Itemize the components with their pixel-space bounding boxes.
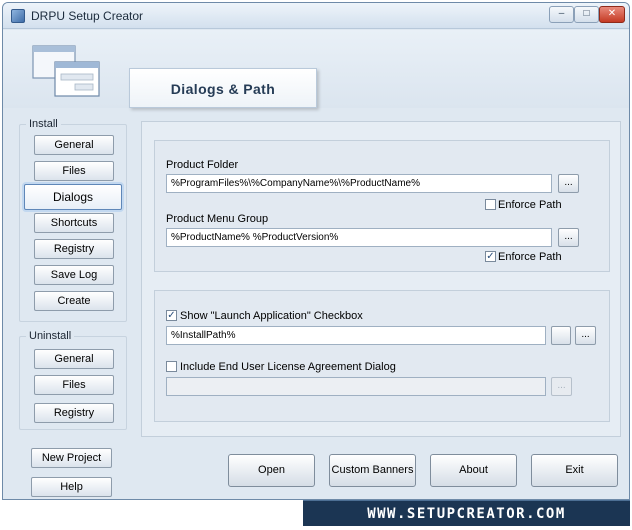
title-bar[interactable]: DRPU Setup Creator – □ ✕ — [3, 3, 629, 29]
product-folder-enforce-label: Enforce Path — [498, 199, 562, 211]
launch-app-checkbox[interactable]: ✓ — [166, 310, 177, 321]
close-button[interactable]: ✕ — [599, 6, 625, 23]
uninstall-item-files[interactable]: Files — [34, 375, 114, 395]
windows-stack-icon — [32, 45, 100, 97]
window-title: DRPU Setup Creator — [31, 9, 144, 23]
uninstall-group-label: Uninstall — [26, 330, 75, 342]
exit-button[interactable]: Exit — [531, 454, 618, 487]
eula-label: Include End User License Agreement Dialo… — [180, 361, 396, 373]
sidebar-item-registry[interactable]: Registry — [34, 239, 114, 259]
new-project-button[interactable]: New Project — [31, 448, 112, 468]
sidebar-item-general[interactable]: General — [34, 135, 114, 155]
about-button[interactable]: About — [430, 454, 517, 487]
product-folder-input[interactable] — [166, 174, 552, 193]
sidebar-item-shortcuts[interactable]: Shortcuts — [34, 213, 114, 233]
uninstall-item-registry[interactable]: Registry — [34, 403, 114, 423]
install-group-label: Install — [26, 118, 61, 130]
brand-url: WWW.SETUPCREATOR.COM — [367, 506, 566, 522]
dialogs-section: ✓ Show "Launch Application" Checkbox ...… — [154, 290, 610, 422]
launch-app-picker-button[interactable] — [551, 326, 571, 345]
sidebar-item-files[interactable]: Files — [34, 161, 114, 181]
sidebar-item-create[interactable]: Create — [34, 291, 114, 311]
install-group: Install General Files Dialogs Shortcuts … — [19, 118, 127, 322]
header-band: Dialogs & Path — [3, 30, 629, 108]
menu-group-enforce-label: Enforce Path — [498, 251, 562, 263]
header-panel: Dialogs & Path — [129, 68, 317, 108]
content-panel: Product Folder ... Enforce Path Product … — [141, 121, 621, 437]
product-folder-browse-button[interactable]: ... — [558, 174, 579, 193]
uninstall-item-general[interactable]: General — [34, 349, 114, 369]
eula-input[interactable] — [166, 377, 546, 396]
eula-browse-button[interactable]: ... — [551, 377, 572, 396]
path-section: Product Folder ... Enforce Path Product … — [154, 140, 610, 272]
sidebar-item-save-log[interactable]: Save Log — [34, 265, 114, 285]
sidebar-item-dialogs[interactable]: Dialogs — [24, 184, 122, 210]
maximize-button[interactable]: □ — [574, 6, 599, 23]
brand-banner: WWW.SETUPCREATOR.COM — [303, 500, 630, 526]
launch-app-label: Show "Launch Application" Checkbox — [180, 310, 363, 322]
open-button[interactable]: Open — [228, 454, 315, 487]
help-button[interactable]: Help — [31, 477, 112, 497]
minimize-button[interactable]: – — [549, 6, 574, 23]
page-title: Dialogs & Path — [170, 81, 276, 97]
custom-banners-button[interactable]: Custom Banners — [329, 454, 416, 487]
menu-group-label: Product Menu Group — [166, 213, 269, 225]
launch-app-input[interactable] — [166, 326, 546, 345]
app-icon — [11, 9, 25, 23]
uninstall-group: Uninstall General Files Registry — [19, 330, 127, 430]
product-folder-label: Product Folder — [166, 159, 239, 171]
menu-group-enforce-checkbox[interactable]: ✓ — [485, 251, 496, 262]
eula-checkbox[interactable] — [166, 361, 177, 372]
menu-group-browse-button[interactable]: ... — [558, 228, 579, 247]
launch-app-browse-button[interactable]: ... — [575, 326, 596, 345]
product-folder-enforce-checkbox[interactable] — [485, 199, 496, 210]
menu-group-input[interactable] — [166, 228, 552, 247]
app-window: DRPU Setup Creator – □ ✕ Dialogs & Path … — [2, 2, 630, 500]
